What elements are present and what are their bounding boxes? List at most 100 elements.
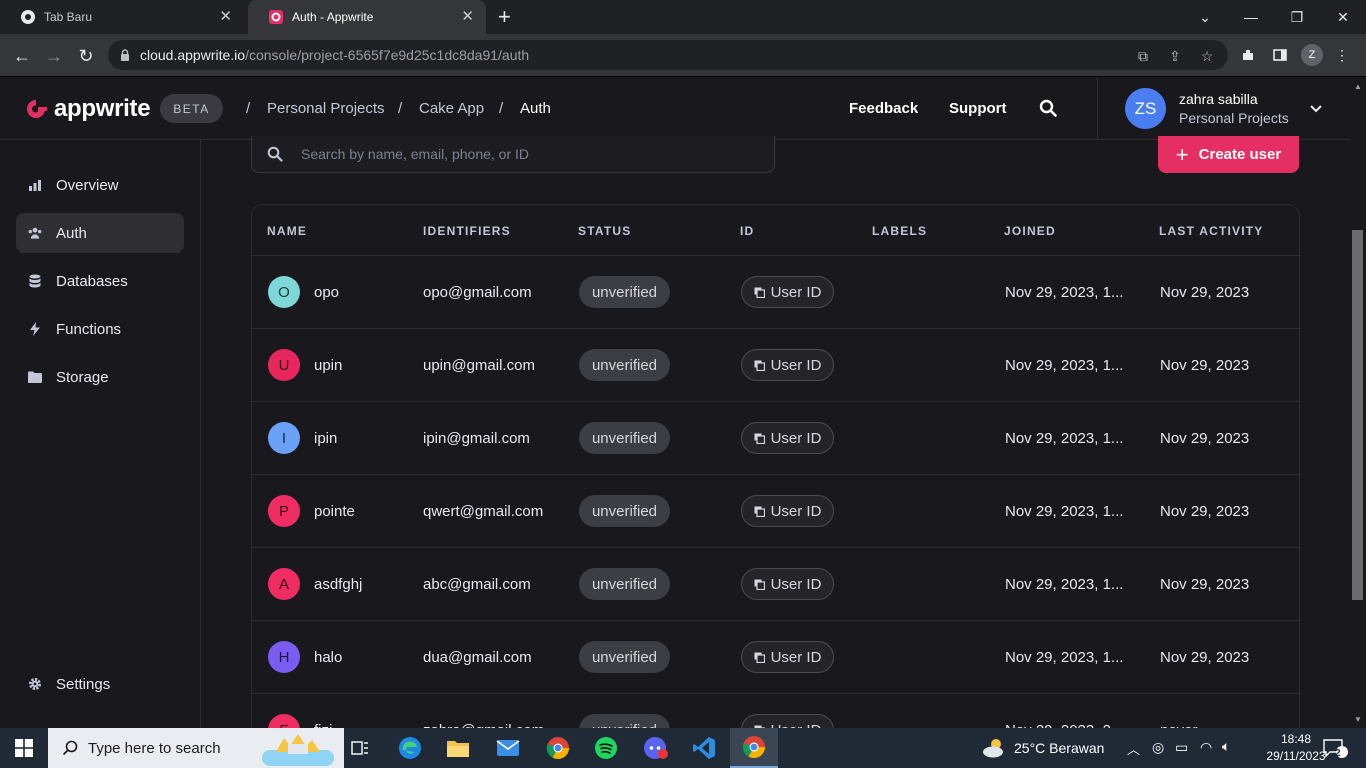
- wifi-icon[interactable]: ◠: [1200, 739, 1212, 756]
- windows-start-icon[interactable]: [0, 728, 48, 768]
- table-row[interactable]: H halo dua@gmail.com unverified User ID …: [252, 621, 1299, 694]
- users-icon: [28, 226, 42, 240]
- close-tab-icon[interactable]: ✕: [219, 9, 232, 25]
- table-row[interactable]: A asdfghj abc@gmail.com unverified User …: [252, 548, 1299, 621]
- column-header-last-activity[interactable]: LAST ACTIVITY: [1159, 224, 1264, 238]
- reload-icon[interactable]: ↻: [74, 44, 98, 68]
- volume-icon[interactable]: 🔈︎: [1222, 738, 1230, 755]
- column-header-id[interactable]: ID: [740, 224, 754, 238]
- last-activity: Nov 29, 2023: [1160, 503, 1250, 520]
- create-user-button[interactable]: + Create user: [1158, 136, 1299, 173]
- feedback-link[interactable]: Feedback: [849, 100, 918, 117]
- user-email: ipin@gmail.com: [423, 430, 530, 447]
- chrome-icon[interactable]: [534, 728, 582, 768]
- status-badge: unverified: [579, 568, 670, 600]
- edge-icon[interactable]: [386, 728, 434, 768]
- column-header-status[interactable]: STATUS: [578, 224, 631, 238]
- copy-id-button[interactable]: User ID: [741, 276, 834, 308]
- column-header-joined[interactable]: JOINED: [1004, 224, 1056, 238]
- clock-time: 18:48: [1280, 732, 1312, 746]
- weather-icon[interactable]: [982, 736, 1008, 765]
- file-explorer-icon[interactable]: [434, 728, 482, 768]
- table-row[interactable]: P pointe qwert@gmail.com unverified User…: [252, 475, 1299, 548]
- sidebar-item-settings[interactable]: Settings: [16, 664, 184, 704]
- sidebar-item-label: Functions: [56, 320, 122, 338]
- search-highlight-image[interactable]: [252, 728, 344, 768]
- url-text: cloud.appwrite.io/console/project-6565f7…: [140, 47, 530, 63]
- breadcrumb-personal-projects[interactable]: Personal Projects: [267, 100, 385, 117]
- clock-date: 29/11/2023: [1266, 749, 1326, 763]
- scroll-up-icon[interactable]: ▲: [1352, 80, 1364, 92]
- copy-id-button[interactable]: User ID: [741, 349, 834, 381]
- weather-text[interactable]: 25°C Berawan: [1014, 740, 1104, 756]
- side-panel-icon[interactable]: [1270, 45, 1290, 65]
- address-bar[interactable]: cloud.appwrite.io/console/project-6565f7…: [108, 40, 1228, 70]
- forward-icon[interactable]: →: [42, 44, 66, 68]
- minimize-icon[interactable]: —: [1228, 0, 1274, 34]
- column-header-labels[interactable]: LABELS: [872, 224, 927, 238]
- last-activity: Nov 29, 2023: [1160, 576, 1250, 593]
- tab-title: Auth - Appwrite: [292, 10, 374, 24]
- notification-count: 2: [1335, 748, 1341, 759]
- spotify-icon[interactable]: [582, 728, 630, 768]
- new-tab-icon[interactable]: +: [498, 6, 511, 28]
- user-search-field[interactable]: [251, 136, 775, 173]
- restore-icon[interactable]: ❐: [1274, 0, 1320, 34]
- taskbar-clock[interactable]: 18:48 29/11/2023: [1264, 731, 1328, 765]
- copy-id-button[interactable]: User ID: [741, 422, 834, 454]
- account-menu[interactable]: ZS zahra sabilla Personal Projects: [1097, 77, 1350, 140]
- tab-search-icon[interactable]: ⌄: [1182, 0, 1228, 34]
- appwrite-logo[interactable]: appwrite: [24, 95, 151, 123]
- browser-profile-avatar[interactable]: Z: [1301, 44, 1323, 66]
- breadcrumb-cake-app[interactable]: Cake App: [419, 100, 484, 117]
- mail-icon[interactable]: [484, 728, 532, 768]
- column-header-name[interactable]: NAME: [267, 224, 307, 238]
- table-row[interactable]: U upin upin@gmail.com unverified User ID…: [252, 329, 1299, 402]
- column-header-identifiers[interactable]: IDENTIFIERS: [423, 224, 511, 238]
- support-link[interactable]: Support: [949, 100, 1007, 117]
- table-row[interactable]: I ipin ipin@gmail.com unverified User ID…: [252, 402, 1299, 475]
- search-icon[interactable]: [1039, 99, 1057, 117]
- chrome-active-window-icon[interactable]: [730, 728, 778, 768]
- show-hidden-icons-icon[interactable]: ︿: [1127, 739, 1140, 758]
- browser-tab-new[interactable]: Tab Baru ✕: [0, 0, 244, 34]
- table-row[interactable]: O opo opo@gmail.com unverified User ID N…: [252, 256, 1299, 329]
- window-close-icon[interactable]: ✕: [1320, 0, 1366, 34]
- extensions-icon[interactable]: [1238, 45, 1258, 65]
- search-input[interactable]: [301, 146, 741, 162]
- scrollbar-thumb[interactable]: [1352, 230, 1363, 600]
- meet-now-icon[interactable]: ◎: [1152, 739, 1164, 756]
- copy-icon: [754, 287, 765, 298]
- discord-icon[interactable]: [632, 728, 680, 768]
- sidebar-item-label: Overview: [56, 176, 119, 194]
- task-view-icon[interactable]: [336, 728, 384, 768]
- joined-date: Nov 29, 2023, 1...: [1005, 649, 1124, 666]
- sidebar-item-auth[interactable]: Auth: [16, 213, 184, 253]
- share-icon[interactable]: ⇪: [1166, 47, 1184, 65]
- back-icon[interactable]: ←: [10, 44, 34, 68]
- browser-tab-active[interactable]: Auth - Appwrite ✕: [248, 0, 486, 34]
- sidebar-item-label: Storage: [56, 368, 109, 386]
- sidebar-item-storage[interactable]: Storage: [16, 357, 184, 397]
- vscode-icon[interactable]: [680, 728, 728, 768]
- tab-title: Tab Baru: [44, 10, 93, 24]
- copy-id-button[interactable]: User ID: [741, 495, 834, 527]
- battery-icon[interactable]: ▭: [1175, 739, 1188, 756]
- breadcrumb-auth[interactable]: Auth: [520, 100, 551, 117]
- copy-id-button[interactable]: User ID: [741, 641, 834, 673]
- copy-id-button[interactable]: User ID: [741, 568, 834, 600]
- scroll-down-icon[interactable]: ▼: [1352, 713, 1364, 725]
- users-table: NAME IDENTIFIERS STATUS ID LABELS JOINED…: [251, 204, 1300, 744]
- sidebar-item-overview[interactable]: Overview: [16, 165, 184, 205]
- user-avatar: U: [268, 349, 300, 381]
- bookmark-star-icon[interactable]: ☆: [1198, 47, 1216, 65]
- translate-icon[interactable]: ⧉: [1134, 47, 1152, 65]
- close-tab-icon[interactable]: ✕: [461, 9, 474, 25]
- copy-icon: [754, 652, 765, 663]
- sidebar-item-functions[interactable]: Functions: [16, 309, 184, 349]
- browser-menu-icon[interactable]: ⋮: [1332, 45, 1352, 65]
- user-email: qwert@gmail.com: [423, 503, 544, 520]
- joined-date: Nov 29, 2023, 1...: [1005, 576, 1124, 593]
- sidebar-item-databases[interactable]: Databases: [16, 261, 184, 301]
- user-name: ipin: [314, 430, 338, 447]
